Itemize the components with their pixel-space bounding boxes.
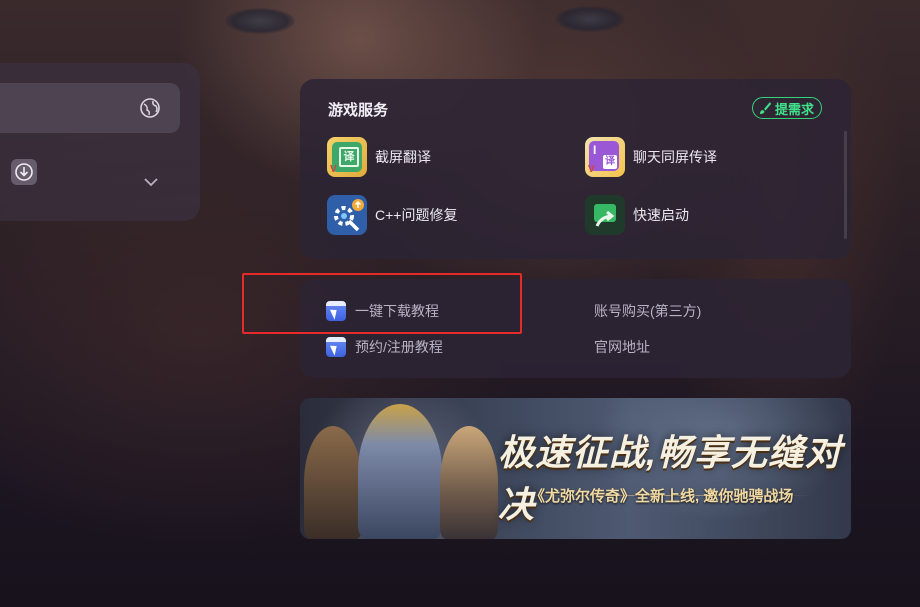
chat-translate-icon: I 译 V (585, 137, 625, 177)
banner-subline: 《尤弥尔传奇》全新上线, 邀你驰骋战场 (530, 488, 794, 505)
globe-icon[interactable] (139, 97, 161, 119)
highlight-box (242, 273, 522, 334)
tutorial-label: 预约/注册教程 (355, 339, 443, 355)
chevron-down-icon[interactable] (143, 175, 159, 187)
link-account-purchase[interactable]: 账号购买(第三方) (594, 301, 701, 321)
service-chat-translate[interactable]: I 译 V 聊天同屏传译 (585, 137, 717, 177)
game-services-panel: 游戏服务 提需求 译 V 截屏翻译 I 译 V 聊天同屏传译 C++问题修复 快… (300, 79, 851, 259)
service-label: 聊天同屏传译 (633, 149, 717, 165)
banner-hero-left (304, 426, 362, 539)
service-quick-launch[interactable]: 快速启动 (585, 195, 689, 235)
tutorial-reserve-register[interactable]: 预约/注册教程 (326, 337, 443, 357)
service-label: 截屏翻译 (375, 149, 431, 165)
tutorial-label: 官网地址 (594, 339, 650, 355)
service-label: C++问题修复 (375, 207, 458, 223)
quick-launch-icon (585, 195, 625, 235)
download-icon[interactable] (11, 159, 37, 185)
banner-headline: 极速征战,畅享无缝对决 (498, 432, 843, 525)
link-official-site[interactable]: 官网地址 (594, 337, 650, 357)
tutorial-label: 账号购买(第三方) (594, 303, 702, 319)
brush-icon (759, 102, 771, 114)
cpp-repair-icon (327, 195, 367, 235)
request-feature-label: 提需求 (774, 101, 814, 117)
screenshot-translate-icon: 译 V (327, 137, 367, 177)
service-cpp-repair[interactable]: C++问题修复 (327, 195, 457, 235)
banner-hero-right (440, 426, 498, 539)
scrollbar[interactable] (844, 131, 847, 239)
artwork-eye-right (555, 6, 625, 32)
request-feature-button[interactable]: 提需求 (751, 97, 822, 119)
promo-banner[interactable]: 极速征战,畅享无缝对决 《尤弥尔传奇》全新上线, 邀你驰骋战场 (300, 398, 851, 539)
www-icon (326, 337, 346, 357)
service-screenshot-translate[interactable]: 译 V 截屏翻译 (327, 137, 431, 177)
banner-hero-center (358, 404, 442, 539)
artwork-eye-left (225, 8, 295, 34)
services-title: 游戏服务 (328, 102, 389, 119)
service-label: 快速启动 (633, 207, 689, 223)
